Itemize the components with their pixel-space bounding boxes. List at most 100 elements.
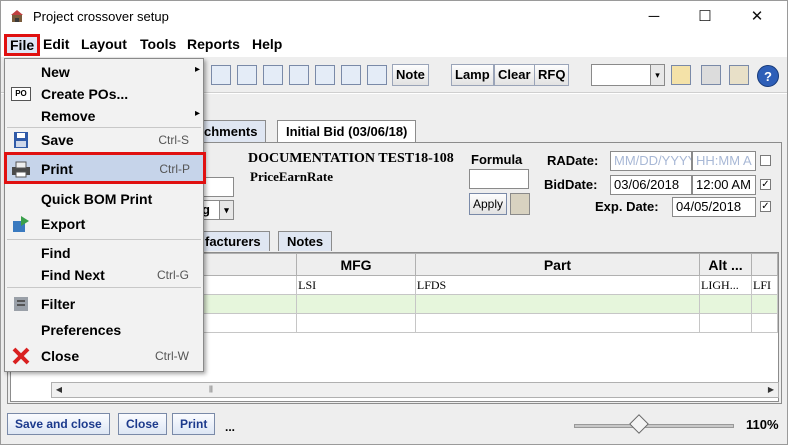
menu-item-create-pos-label: Create POs...: [41, 86, 129, 102]
zoom-slider-thumb[interactable]: [629, 414, 649, 434]
cell-part[interactable]: LFDS: [414, 275, 701, 295]
apply-label: Apply: [473, 197, 504, 211]
cell-mfg[interactable]: LSI: [296, 275, 416, 295]
lamp-button[interactable]: Lamp: [451, 64, 494, 86]
save-and-close-button[interactable]: Save and close: [7, 413, 110, 435]
window-close-button[interactable]: ✕: [734, 1, 780, 32]
chevron-down-icon[interactable]: ▾: [650, 65, 664, 85]
ra-date-checkbox[interactable]: [760, 155, 771, 166]
cell-extra[interactable]: LFI: [750, 275, 779, 295]
tree-icon[interactable]: [289, 65, 309, 85]
print-button[interactable]: Print: [172, 413, 216, 435]
ra-time-input[interactable]: HH:MM A: [692, 151, 756, 171]
partial-combo-arrow-icon: ▾: [219, 201, 233, 219]
menu-item-export[interactable]: Export: [5, 213, 203, 235]
application-window: Project crossover setup ─ ☐ ✕ File Edit …: [0, 0, 788, 445]
submenu-arrow-icon: ▸: [194, 108, 200, 119]
scroll-right-icon[interactable]: ▶: [764, 383, 778, 397]
zoom-level: 110%: [746, 417, 779, 432]
formula-input[interactable]: [469, 169, 529, 189]
file-menu-dropdown: New ▸ PO Create POs... Remove ▸ Save Ctr…: [4, 58, 206, 372]
menu-item-print-shortcut: Ctrl-P: [159, 162, 190, 176]
ra-date-label: RADate:: [547, 153, 599, 168]
menu-item-export-label: Export: [41, 216, 86, 232]
ra-date-input[interactable]: MM/DD/YYYY: [610, 151, 692, 171]
menu-item-preferences[interactable]: Preferences: [5, 319, 203, 341]
tree-add-icon[interactable]: [315, 65, 335, 85]
minimize-button[interactable]: ─: [631, 1, 677, 32]
tree-up-icon[interactable]: [341, 65, 361, 85]
menu-reports[interactable]: Reports: [187, 36, 240, 52]
menu-item-print[interactable]: Print Ctrl-P: [4, 152, 206, 184]
menu-item-find-next[interactable]: Find Next Ctrl-G: [5, 264, 203, 286]
menu-item-remove[interactable]: Remove ▸: [5, 105, 203, 127]
menu-layout[interactable]: Layout: [81, 36, 127, 52]
menu-item-find-next-shortcut: Ctrl-G: [157, 268, 189, 282]
tab-initial-bid[interactable]: Initial Bid (03/06/18): [277, 120, 417, 142]
menu-edit[interactable]: Edit: [43, 36, 69, 52]
exp-date-input[interactable]: 04/05/2018: [672, 197, 756, 217]
status-bar: Save and close Close Print ... 110%: [1, 406, 787, 444]
cell-extra[interactable]: [750, 313, 779, 333]
keyboard-icon[interactable]: [237, 65, 257, 85]
menu-item-remove-label: Remove: [41, 108, 96, 124]
cell-mfg[interactable]: [296, 313, 416, 333]
book-icon[interactable]: [729, 65, 749, 85]
menu-item-find-next-label: Find Next: [41, 267, 105, 283]
column-header-part[interactable]: Part: [414, 253, 701, 276]
tab-notes[interactable]: Notes: [278, 231, 333, 251]
book-icon: [510, 193, 530, 215]
menu-separator: [7, 239, 201, 240]
menu-tools[interactable]: Tools: [140, 36, 176, 52]
menu-help[interactable]: Help: [252, 36, 282, 52]
create-po-icon: PO: [11, 87, 31, 101]
close-button[interactable]: Close: [118, 413, 167, 435]
zoom-slider[interactable]: [574, 424, 734, 428]
title-bar: Project crossover setup ─ ☐ ✕: [1, 1, 787, 32]
phone-icon[interactable]: [701, 65, 721, 85]
app-icon: [11, 10, 23, 22]
edit-tool-icon[interactable]: [263, 65, 283, 85]
menu-item-filter-label: Filter: [41, 296, 76, 312]
clear-button[interactable]: Clear: [494, 64, 535, 86]
note-button[interactable]: Note: [392, 64, 429, 86]
cell-alt[interactable]: LIGH...: [699, 275, 752, 295]
menu-item-find[interactable]: Find: [5, 242, 203, 264]
cell-part[interactable]: [414, 313, 701, 333]
cell-mfg[interactable]: [296, 294, 416, 314]
exp-date-checkbox[interactable]: ✓: [760, 201, 771, 212]
help-icon[interactable]: ?: [757, 65, 779, 87]
menu-item-quick-bom-print[interactable]: Quick BOM Print: [5, 188, 203, 210]
menu-file[interactable]: File: [4, 34, 41, 56]
cell-part[interactable]: [414, 294, 701, 314]
bid-time-input[interactable]: 12:00 AM: [692, 175, 756, 195]
menu-item-filter[interactable]: Filter: [5, 293, 203, 315]
cell-alt[interactable]: [699, 313, 752, 333]
close-x-icon: [12, 347, 30, 365]
horizontal-scrollbar[interactable]: ◀ || ▶: [51, 382, 779, 398]
scroll-thumb[interactable]: ||: [206, 383, 216, 397]
bid-date-checkbox[interactable]: ✓: [760, 179, 771, 190]
toolbar-combo[interactable]: ▾: [591, 64, 665, 86]
filter-tool-icon[interactable]: [211, 65, 231, 85]
bid-date-input[interactable]: 03/06/2018: [610, 175, 692, 195]
cell-alt[interactable]: [699, 294, 752, 314]
column-header-extra[interactable]: [750, 253, 779, 276]
document-icon[interactable]: [671, 65, 691, 85]
menu-item-print-label: Print: [41, 161, 73, 177]
menu-separator: [7, 127, 201, 128]
cell-extra[interactable]: [750, 294, 779, 314]
menu-item-close-label: Close: [41, 348, 80, 364]
column-header-mfg[interactable]: MFG: [296, 253, 416, 276]
rfq-button[interactable]: RFQ: [534, 64, 570, 86]
filter-icon: [14, 297, 28, 311]
scroll-left-icon[interactable]: ◀: [52, 383, 66, 397]
apply-button[interactable]: Apply: [469, 193, 508, 215]
menu-item-create-pos[interactable]: PO Create POs...: [5, 83, 203, 105]
column-header-alt[interactable]: Alt ...: [699, 253, 752, 276]
menu-item-close[interactable]: Close Ctrl-W: [5, 345, 203, 367]
maximize-button[interactable]: ☐: [682, 1, 728, 32]
menu-item-save[interactable]: Save Ctrl-S: [5, 129, 203, 151]
tree-down-icon[interactable]: [367, 65, 387, 85]
menu-item-new[interactable]: New ▸: [5, 61, 203, 83]
